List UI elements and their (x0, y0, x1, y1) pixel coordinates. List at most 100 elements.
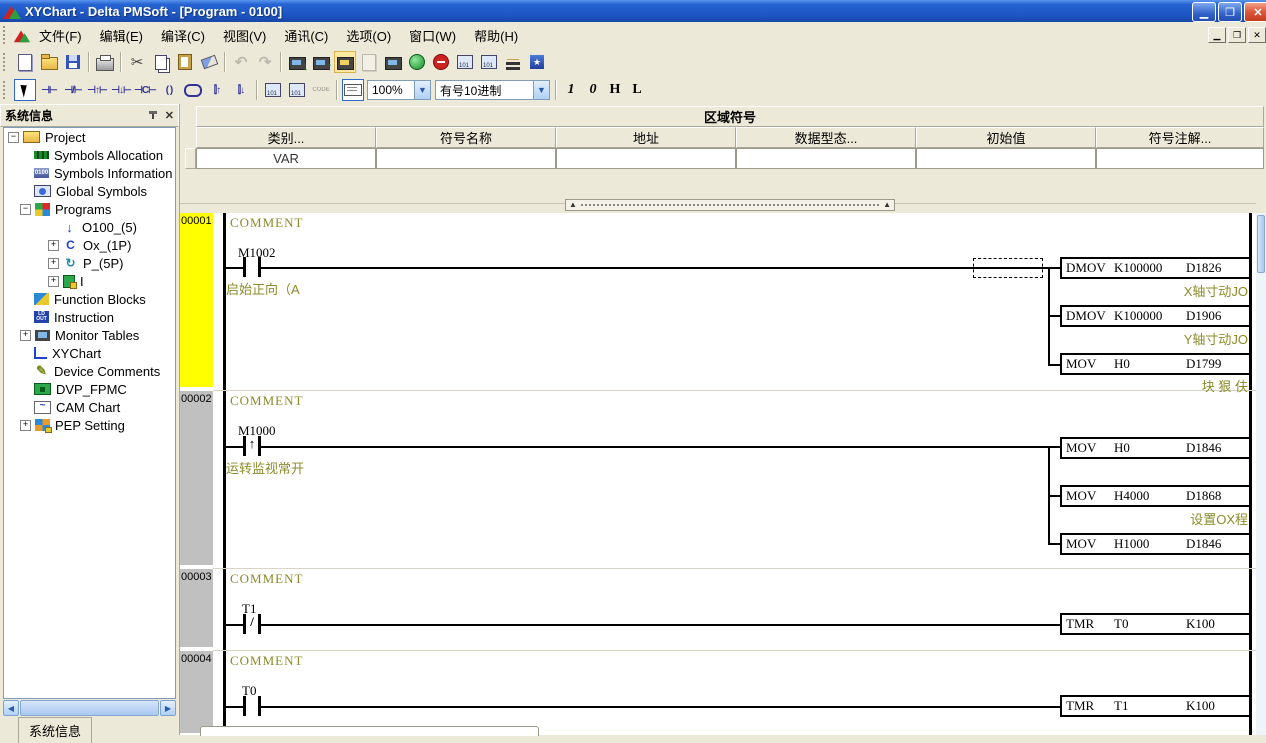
menu-view[interactable]: 视图(V) (214, 23, 275, 48)
panel-close-icon[interactable]: ✕ (165, 109, 174, 122)
expand-icon[interactable] (20, 330, 31, 341)
selection-cursor-box[interactable] (973, 258, 1043, 278)
save-icon[interactable] (62, 51, 84, 73)
device-table-2-icon[interactable] (478, 51, 500, 73)
paste-icon[interactable] (174, 51, 196, 73)
tree-item-device-comments[interactable]: Device Comments (4, 362, 175, 380)
cell-data-type[interactable] (736, 148, 916, 169)
expand-icon[interactable] (48, 240, 59, 251)
contact-compare-icon[interactable]: ⊣C⊢ (134, 79, 156, 101)
table-ladder-splitter[interactable]: ▲ ▲ (565, 199, 895, 211)
column-header-initial-value[interactable]: 初始值 (916, 127, 1096, 148)
tree-item-pep-setting[interactable]: PEP Setting (4, 416, 175, 434)
minimize-button[interactable]: ▁ (1192, 2, 1216, 22)
device-table-icon[interactable] (454, 51, 476, 73)
instruction-mov-1[interactable]: MOV H0 D1799 (1060, 353, 1251, 375)
upload-program-icon[interactable] (310, 51, 332, 73)
comment-toggle-icon[interactable] (342, 79, 364, 101)
instruction-table-icon[interactable] (262, 79, 284, 101)
instruction-dmov-2[interactable]: DMOV K100000 D1906 (1060, 305, 1251, 327)
run-icon[interactable] (406, 51, 428, 73)
tree-item-p[interactable]: P_(5P) (4, 254, 175, 272)
rung-3-comment-label[interactable]: COMMENT (230, 571, 303, 587)
pin-icon[interactable] (147, 110, 159, 122)
rung-3-number-cell[interactable]: 00003 (180, 569, 213, 649)
menu-compile[interactable]: 编译(C) (152, 23, 214, 48)
instruction-mov-2[interactable]: MOV H0 D1846 (1060, 437, 1251, 459)
download-program-icon[interactable] (286, 51, 308, 73)
scrollbar-thumb[interactable] (1257, 215, 1265, 273)
tree-item-cam-chart[interactable]: CAM Chart (4, 398, 175, 416)
contact-nc-icon[interactable]: ⊣/⊢ (62, 79, 84, 101)
menu-edit[interactable]: 编辑(E) (91, 23, 152, 48)
rising-output-icon[interactable]: ⫿↑ (206, 79, 228, 101)
new-file-icon[interactable] (14, 51, 36, 73)
expand-icon[interactable] (20, 420, 31, 431)
stop-icon[interactable] (430, 51, 452, 73)
tree-item-symbols-allocation[interactable]: Symbols Allocation (4, 146, 175, 164)
system-info-tab[interactable]: 系统信息 (18, 717, 92, 743)
rung-4-number-cell[interactable]: 00004 (180, 651, 213, 735)
column-header-symbol-comment[interactable]: 符号注解... (1096, 127, 1264, 148)
tree-item-global-symbols[interactable]: Global Symbols (4, 182, 175, 200)
instruction-mov-3[interactable]: MOV H4000 D1868 (1060, 485, 1251, 507)
rung-4-comment-label[interactable]: COMMENT (230, 653, 303, 669)
rung-1-comment-label[interactable]: COMMENT (230, 215, 303, 231)
rung-2-comment-label[interactable]: COMMENT (230, 393, 303, 409)
select-tool-icon[interactable] (14, 79, 36, 101)
cell-symbol-name[interactable] (376, 148, 556, 169)
force-on-button[interactable]: 1 (560, 80, 582, 100)
collapse-up-icon[interactable]: ▲ (569, 201, 577, 209)
close-button[interactable]: ✕ (1244, 2, 1266, 22)
contact-falling-icon[interactable]: ⊣↓⊢ (110, 79, 132, 101)
mdi-restore-button[interactable]: ❒ (1228, 27, 1246, 43)
falling-output-icon[interactable]: ⫿↓ (230, 79, 252, 101)
cell-address[interactable] (556, 148, 736, 169)
collapse-icon[interactable] (20, 204, 31, 215)
mdi-close-button[interactable]: ✕ (1248, 27, 1266, 43)
radix-combobox[interactable]: 有号10进制 ▼ (435, 80, 550, 100)
chevron-down-icon[interactable]: ▼ (533, 81, 549, 99)
tree-item-symbols-information[interactable]: Symbols Information (4, 164, 175, 182)
scroll-right-icon[interactable]: ▶ (160, 700, 176, 716)
cell-symbol-comment[interactable] (1096, 148, 1264, 169)
monitor-mode-icon[interactable] (382, 51, 404, 73)
column-header-category[interactable]: 类别... (196, 127, 376, 148)
ladder-editor[interactable]: 00001 00002 00003 00004 COMMENT M1002 启始… (180, 213, 1256, 735)
tree-item-project[interactable]: Project (4, 128, 175, 146)
menu-options[interactable]: 选项(O) (337, 23, 400, 48)
column-header-symbol-name[interactable]: 符号名称 (376, 127, 556, 148)
scrollbar-thumb[interactable] (20, 700, 159, 716)
contact-no-icon[interactable]: ⊣⊢ (38, 79, 60, 101)
rung-1-number-cell[interactable]: 00001 (180, 213, 213, 389)
menu-file[interactable]: 文件(F) (30, 23, 91, 48)
tree-item-i[interactable]: I (4, 272, 175, 290)
wizard-icon[interactable] (526, 51, 548, 73)
coil-tool-icon[interactable] (182, 79, 204, 101)
online-mode-icon[interactable] (334, 51, 356, 73)
tree-item-monitor-tables[interactable]: Monitor Tables (4, 326, 175, 344)
instruction-dmov-1[interactable]: DMOV K100000 D1826 (1060, 257, 1251, 279)
rung-2-number-cell[interactable]: 00002 (180, 391, 213, 567)
tree-item-dvp-fpmc[interactable]: DVP_FPMC (4, 380, 175, 398)
low-button[interactable]: L (626, 80, 648, 100)
parentheses-tool-icon[interactable]: ( ) (158, 79, 180, 101)
force-off-button[interactable]: 0 (582, 80, 604, 100)
menu-help[interactable]: 帮助(H) (465, 23, 527, 48)
column-header-data-type[interactable]: 数据型态... (736, 127, 916, 148)
collapse-up-icon[interactable]: ▲ (883, 201, 891, 209)
sidebar-horizontal-scrollbar[interactable]: ◀ ▶ (3, 700, 176, 716)
open-file-icon[interactable] (38, 51, 60, 73)
instruction-mov-4[interactable]: MOV H1000 D1846 (1060, 533, 1251, 555)
restore-button[interactable]: ❒ (1218, 2, 1242, 22)
tree-item-instruction[interactable]: Instruction (4, 308, 175, 326)
tree-item-function-blocks[interactable]: Function Blocks (4, 290, 175, 308)
menu-communication[interactable]: 通讯(C) (275, 23, 337, 48)
print-icon[interactable] (94, 51, 116, 73)
calibration-icon[interactable] (502, 51, 524, 73)
hex-button[interactable]: H (604, 80, 626, 100)
menu-window[interactable]: 窗口(W) (400, 23, 465, 48)
zoom-combobox[interactable]: 100% ▼ (367, 80, 431, 100)
tree-item-xychart[interactable]: XYChart (4, 344, 175, 362)
column-header-address[interactable]: 地址 (556, 127, 736, 148)
